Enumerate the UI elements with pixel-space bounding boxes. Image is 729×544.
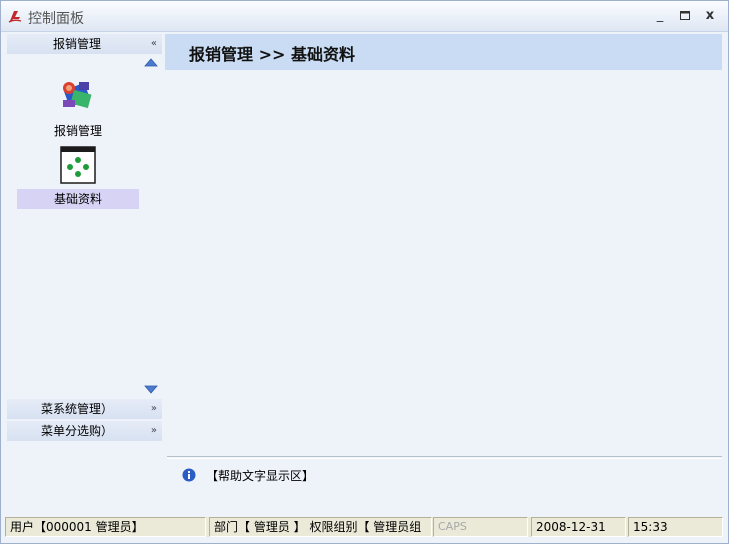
sidebar-item-basic-data[interactable]: 基础资料 xyxy=(17,146,139,209)
chevron-down-icon: » xyxy=(150,403,157,414)
info-icon xyxy=(182,468,196,482)
content-header: 报销管理 >> 基础资料 xyxy=(165,34,722,70)
breadcrumb: 报销管理 >> 基础资料 xyxy=(189,45,355,64)
sidebar-item-label: 报销管理 xyxy=(53,124,102,138)
group-label: 报销管理 xyxy=(52,37,101,51)
group-menu-header[interactable]: 菜单分选购） » xyxy=(7,421,162,441)
help-separator xyxy=(167,456,722,459)
status-bar: 用户【000001 管理员】 部门【 管理员 】 权限组别【 管理员组 CAPS… xyxy=(5,517,723,537)
status-caps: CAPS xyxy=(433,517,528,537)
group-label: 菜系统管理） xyxy=(40,402,113,416)
scroll-up-arrow-icon[interactable] xyxy=(144,57,158,67)
status-department-permission: 部门【 管理员 】 权限组别【 管理员组 xyxy=(209,517,432,537)
group-system-header[interactable]: 菜系统管理） » xyxy=(7,399,162,419)
window-title: 控制面板 xyxy=(28,11,84,27)
scroll-down-arrow-icon[interactable] xyxy=(144,385,158,395)
basic-data-icon xyxy=(60,146,96,184)
chevron-down-icon: » xyxy=(150,425,157,436)
reimbursement-icon xyxy=(63,82,92,109)
sidebar-item-label: 基础资料 xyxy=(17,189,139,209)
close-button[interactable]: x xyxy=(700,7,720,25)
app-logo-icon xyxy=(8,11,22,23)
control-panel-window: 控制面板 _ x 报销管理 « 报销管理 基础资料 菜系统管理） » 菜单分选购… xyxy=(0,0,729,544)
status-date: 2008-12-31 xyxy=(531,517,626,537)
chevron-up-icon: « xyxy=(150,38,157,49)
maximize-button[interactable] xyxy=(675,7,695,25)
maximize-icon xyxy=(680,11,690,20)
minimize-button[interactable]: _ xyxy=(650,7,670,25)
title-bar[interactable]: 控制面板 _ x xyxy=(1,1,728,32)
sidebar: 报销管理 « 报销管理 基础资料 菜系统管理） » 菜单分选购） » xyxy=(7,34,162,444)
group-reimbursement-header[interactable]: 报销管理 « xyxy=(7,34,162,54)
group-label: 菜单分选购） xyxy=(40,424,113,438)
help-text: 【帮助文字显示区】 xyxy=(206,469,315,483)
status-user: 用户【000001 管理员】 xyxy=(5,517,206,537)
status-time: 15:33 xyxy=(628,517,723,537)
sidebar-item-reimbursement[interactable]: 报销管理 xyxy=(17,76,139,139)
